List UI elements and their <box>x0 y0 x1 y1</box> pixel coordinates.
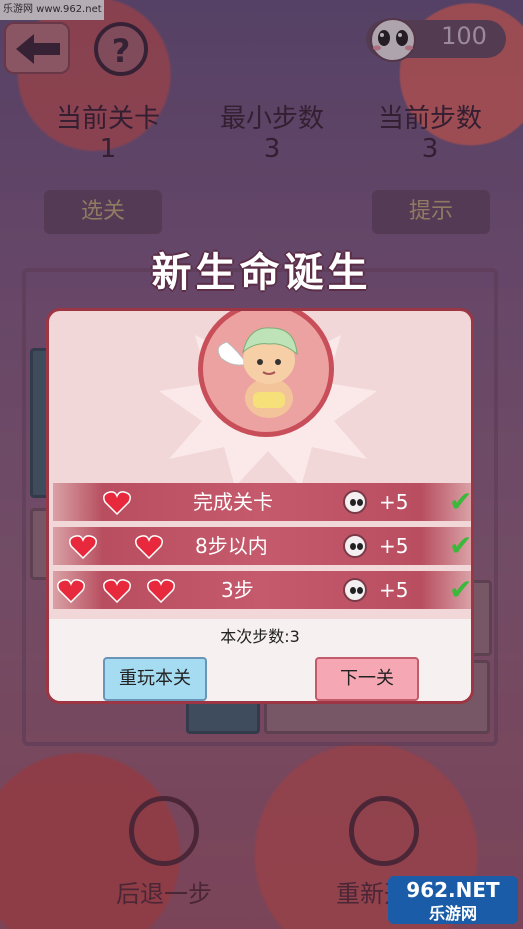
egg-face-icon <box>343 534 367 558</box>
reward-row-steps-within: 8步以内 +5 ✔ <box>53 527 471 565</box>
heart-icon <box>57 579 85 603</box>
baby-cupid-icon <box>217 327 298 418</box>
reward-row-min-steps: 3步 +5 ✔ <box>53 571 471 609</box>
reward-row-label: 完成关卡 <box>193 490 273 514</box>
result-dialog: 完成关卡 +5 ✔ 8步以内 +5 ✔ 3步 +5 ✔ 本次步数:3 重玩本关 … <box>46 308 474 704</box>
next-level-button[interactable]: 下一关 <box>315 657 419 701</box>
reward-amount: +5 <box>379 578 409 602</box>
dialog-title: 新生命诞生 <box>151 250 372 296</box>
heart-icon <box>147 579 175 603</box>
replay-button[interactable]: 重玩本关 <box>103 657 207 701</box>
reward-amount: +5 <box>379 490 409 514</box>
baby-avatar <box>198 311 334 437</box>
reward-row-label: 3步 <box>221 578 254 602</box>
check-icon: ✔ <box>449 529 473 562</box>
watermark-bottom-line1: 962.NET <box>406 878 500 902</box>
watermark-bottom-line2: 乐游网 <box>428 904 477 923</box>
reward-row-complete: 完成关卡 +5 ✔ <box>53 483 471 521</box>
reward-amount: +5 <box>379 534 409 558</box>
reward-row-label: 8步以内 <box>195 534 268 558</box>
egg-face-icon <box>343 490 367 514</box>
heart-icon <box>135 535 163 559</box>
check-icon: ✔ <box>449 573 473 606</box>
steps-summary: 本次步数:3 <box>220 627 300 646</box>
egg-face-icon <box>343 578 367 602</box>
check-icon: ✔ <box>449 485 473 518</box>
heart-icon <box>103 491 131 515</box>
heart-icon <box>69 535 97 559</box>
watermark-bottom: 962.NET 乐游网 <box>388 876 518 924</box>
heart-icon <box>103 579 131 603</box>
